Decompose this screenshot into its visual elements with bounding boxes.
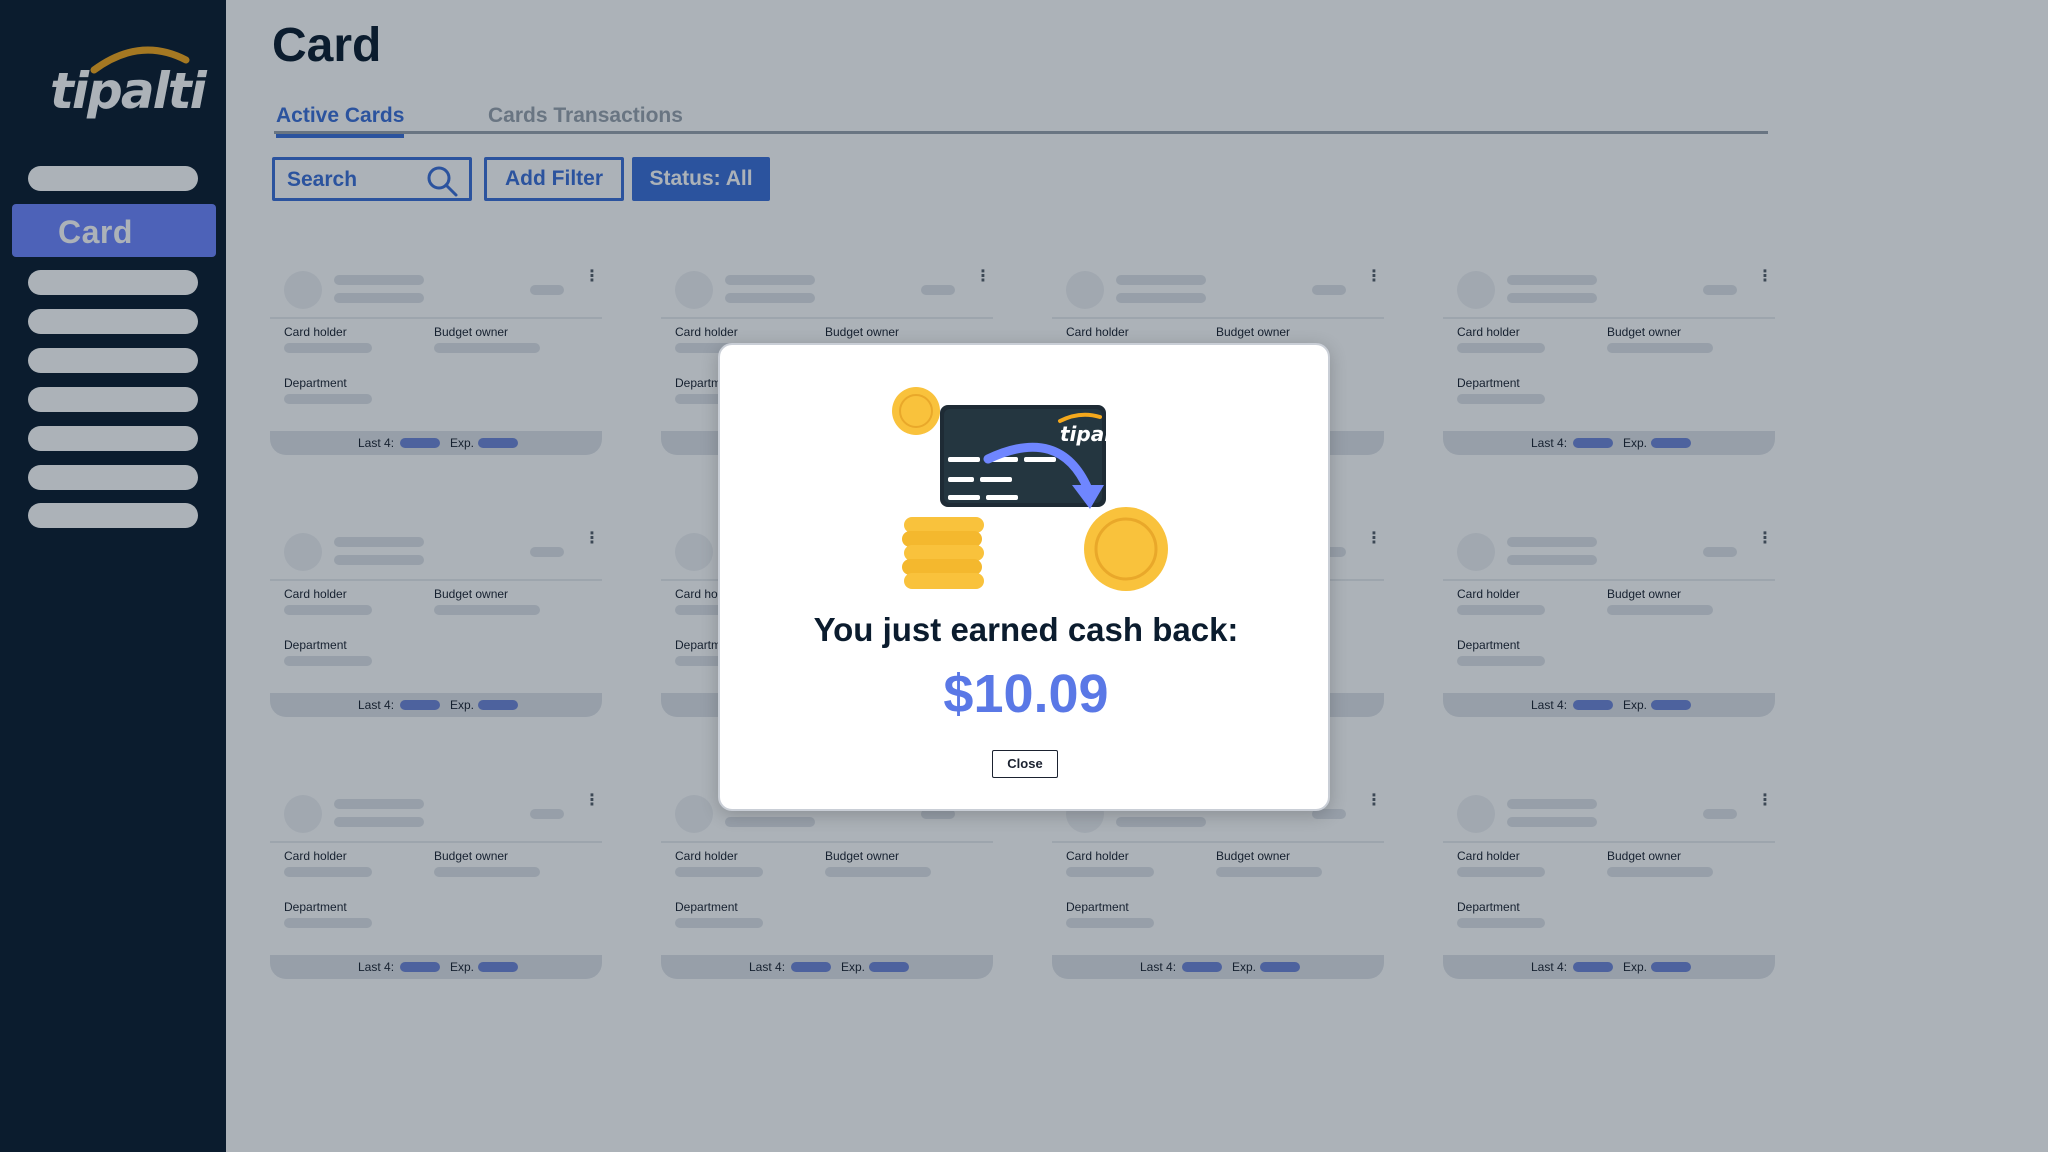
coin-icon xyxy=(892,387,940,435)
card-brand-text: tipalti xyxy=(1060,422,1129,446)
cashback-amount: $10.09 xyxy=(943,664,1109,724)
coin-stack-icon xyxy=(902,517,984,589)
modal-heading: You just earned cash back: xyxy=(813,611,1239,648)
cashback-modal: tipalti You just earned cash back: $10.0… xyxy=(718,343,1330,811)
coin-icon xyxy=(1084,507,1168,591)
close-button[interactable]: Close xyxy=(992,750,1058,778)
cashback-illustration: tipalti xyxy=(892,387,1168,591)
